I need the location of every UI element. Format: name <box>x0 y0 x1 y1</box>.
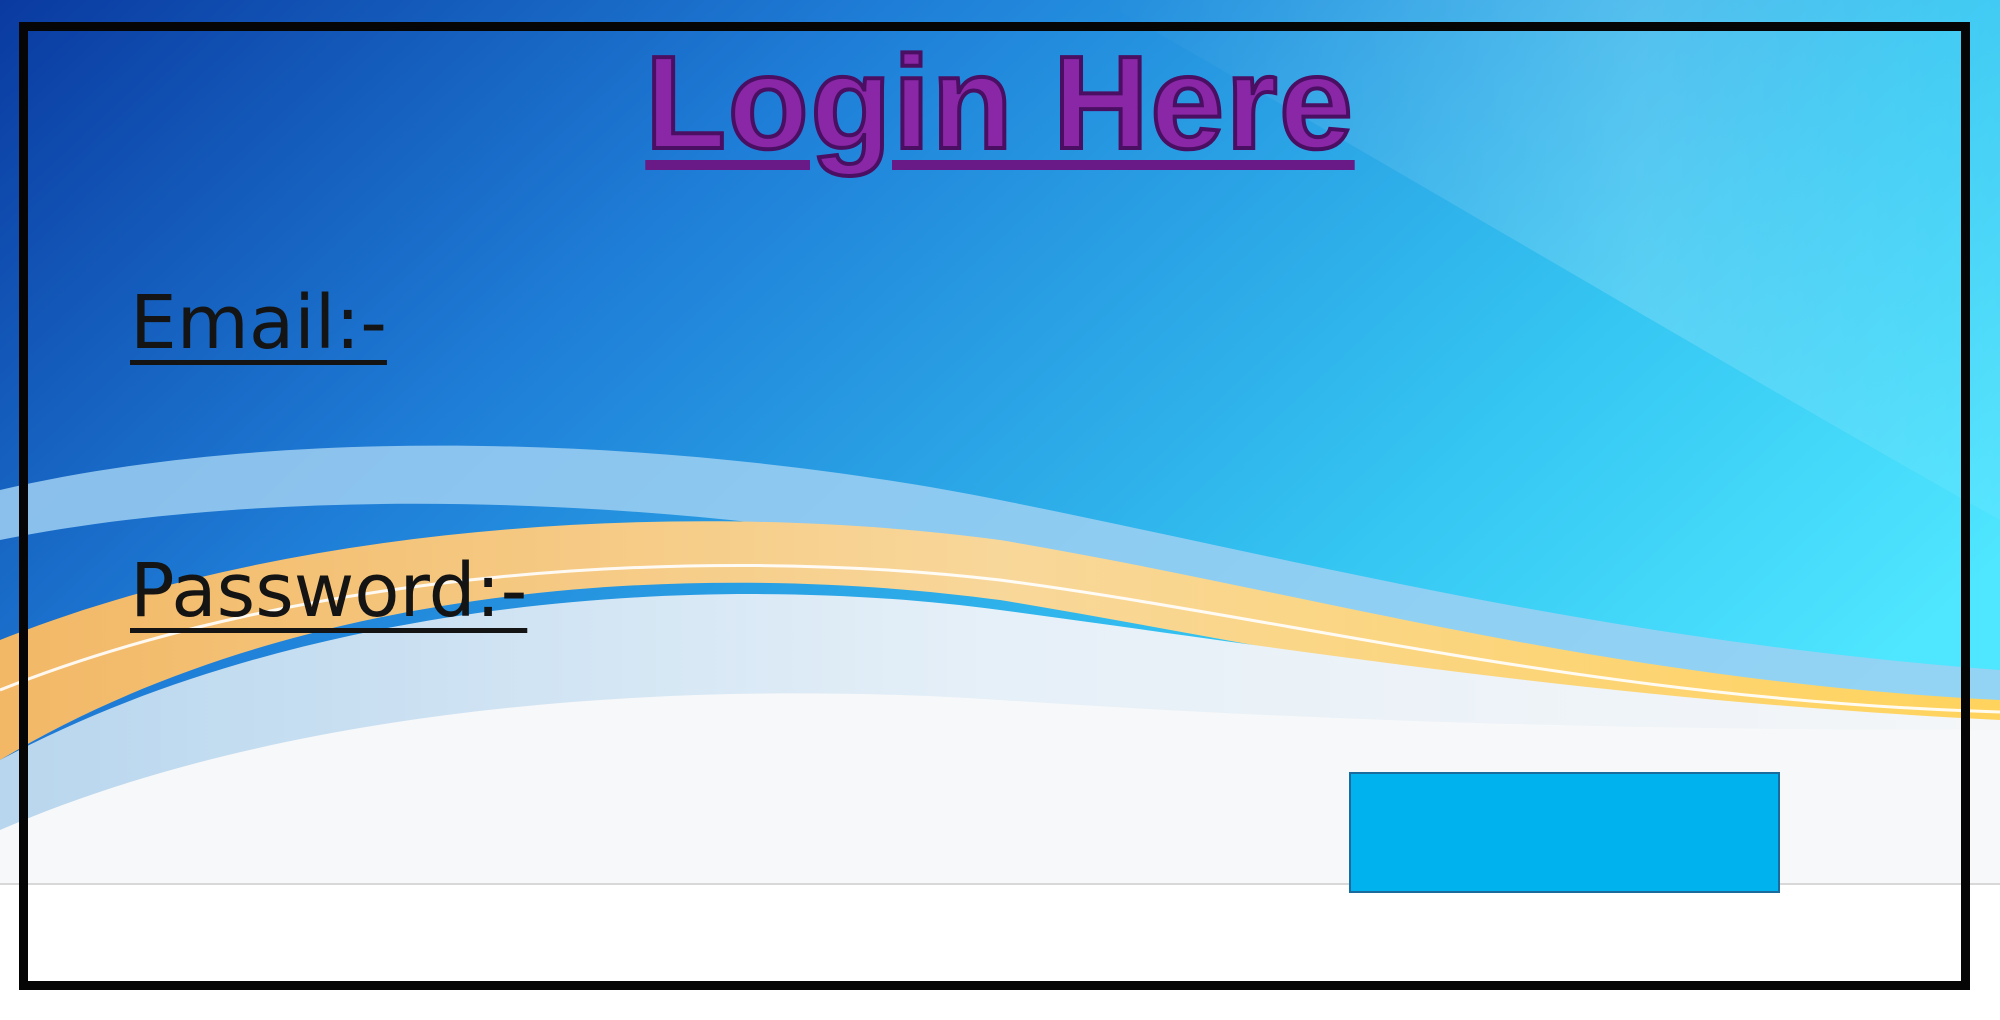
login-button[interactable] <box>1349 772 1780 893</box>
login-title: Login Here <box>643 27 1355 178</box>
password-label: Password:- <box>130 548 528 634</box>
email-label: Email:- <box>130 280 387 366</box>
